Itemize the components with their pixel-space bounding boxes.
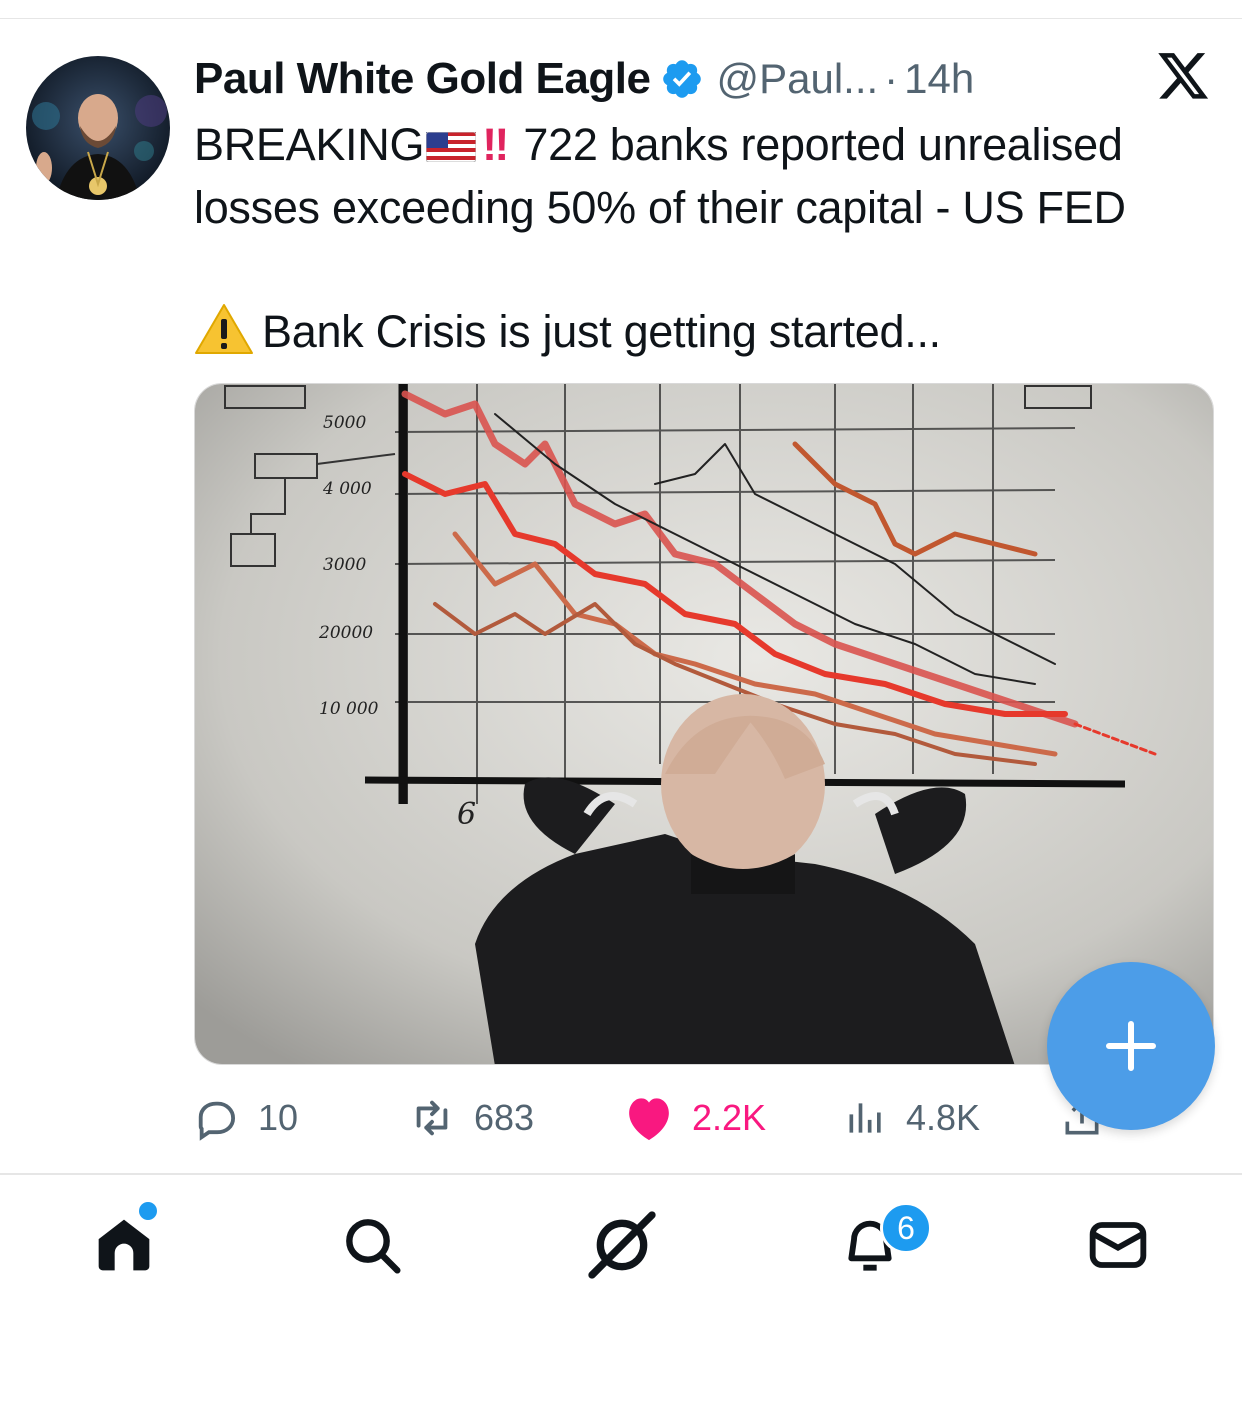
sketch-label-3000: 3000 [323, 555, 366, 575]
notification-badge: 6 [880, 1202, 932, 1254]
tweet-text-line-1-rest: 722 banks reported unrealised [523, 119, 1123, 170]
tweet-actions: 10 683 2.2K 4.8K [194, 1093, 1214, 1143]
tweet-text-line-3: Bank Crisis is just getting started... [194, 300, 1224, 363]
double-exclamation-emoji: ‼ [482, 119, 512, 170]
plus-icon [1106, 1021, 1156, 1071]
author-handle[interactable]: @Paul... [716, 55, 878, 103]
author-display-name[interactable]: Paul White Gold Eagle [194, 54, 651, 104]
reply-count: 10 [258, 1097, 299, 1138]
search-icon [346, 1219, 401, 1274]
bottom-tab-bar [0, 1175, 1242, 1315]
tab-search[interactable] [312, 1175, 432, 1315]
tweet-text-line-2: losses exceeding 50% of their capital - … [194, 182, 1126, 233]
us-flag-icon [426, 132, 477, 162]
repost-button[interactable]: 683 [408, 1093, 534, 1143]
sketch-label-4000: 4 000 [322, 479, 372, 499]
breaking-text: BREAKING [194, 119, 425, 170]
tab-home[interactable] [64, 1175, 184, 1315]
crisis-text: Bank Crisis is just getting started... [262, 306, 941, 357]
verified-badge-icon [663, 60, 702, 98]
compose-button[interactable] [1047, 962, 1215, 1130]
tab-grok[interactable] [562, 1175, 682, 1315]
sketch-label-6: 6 [457, 797, 476, 832]
tweet-text-line-1: BREAKING ‼ 722 banks reported unrealised [194, 113, 1224, 176]
warning-icon [195, 304, 253, 354]
reply-icon [198, 1101, 236, 1141]
like-button[interactable]: 2.2K [624, 1093, 766, 1143]
heart-icon [629, 1098, 669, 1141]
tweet-media-image[interactable]: 5000 4 000 3000 20000 10 000 6 [194, 383, 1214, 1065]
repost-icon [416, 1100, 448, 1136]
grok-icon [588, 1211, 656, 1279]
repost-count: 683 [474, 1097, 535, 1138]
header-separator: · [884, 55, 899, 102]
home-unread-dot [139, 1202, 157, 1220]
home-icon [98, 1219, 150, 1271]
tweet-header: Paul White Gold Eagle @Paul... · 14h [194, 51, 974, 107]
tweet-timestamp[interactable]: 14h [904, 55, 974, 103]
sketch-label-10000: 10 000 [319, 699, 379, 719]
views-icon [849, 1103, 881, 1133]
sketch-label-20000: 20000 [318, 623, 373, 643]
reply-button[interactable]: 10 [194, 1093, 298, 1143]
tweet[interactable]: Paul White Gold Eagle @Paul... · 14h BRE… [0, 19, 1242, 1173]
mail-icon [1089, 1222, 1147, 1268]
like-count: 2.2K [692, 1097, 767, 1138]
sketch-label-5000: 5000 [323, 413, 366, 433]
tweet-text: BREAKING ‼ 722 banks reported unrealised … [194, 113, 1224, 363]
views-button[interactable]: 4.8K [844, 1093, 980, 1143]
x-logo-icon [1158, 53, 1209, 99]
view-count: 4.8K [906, 1097, 981, 1138]
avatar[interactable] [26, 56, 170, 200]
tab-messages[interactable] [1058, 1175, 1178, 1315]
